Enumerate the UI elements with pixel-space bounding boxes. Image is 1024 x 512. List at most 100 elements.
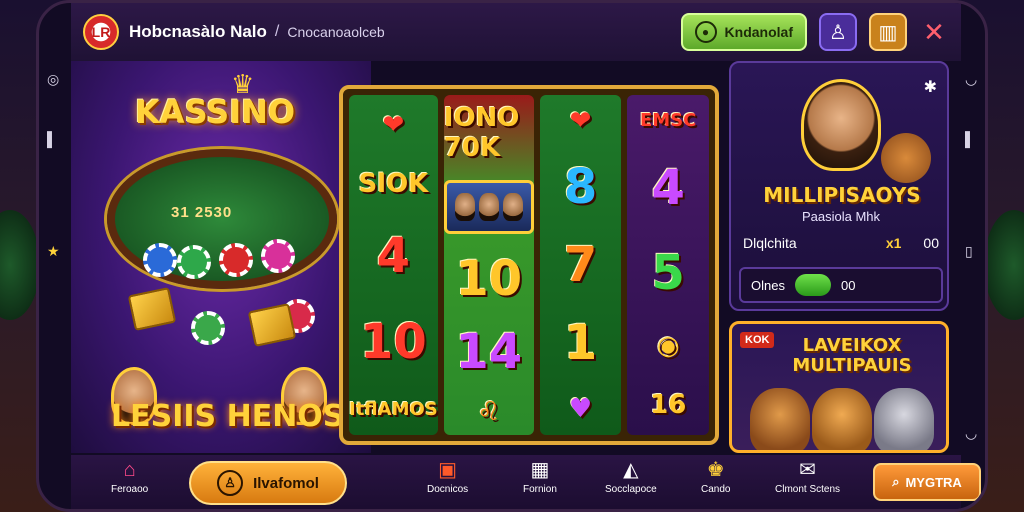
reel-3-symbol-lips: ❤ (569, 106, 592, 137)
reel-1-symbol-lips: ❤ (382, 109, 405, 140)
device-frame: ◎ ▌ ★ ◡ ▌ ▯ ◡ LR Hobcnasàlo Nalo / Cnoca… (36, 0, 988, 512)
chip-red (219, 243, 253, 277)
mini-face-3 (502, 193, 523, 222)
user-icon[interactable]: ♙ (819, 13, 857, 51)
bet-input-value: 00 (840, 277, 856, 293)
side-button-right-icon[interactable]: ▌ (965, 131, 975, 147)
bonus-title: LESIIS HENOSS (111, 399, 365, 434)
mini-face-2 (478, 193, 499, 222)
reel-2-symbol-10: 10 (455, 250, 523, 307)
chip-green (177, 245, 211, 279)
reel-3-symbol-8: 8 (563, 158, 598, 215)
reel-4-symbol-emsc: EMSC (640, 109, 697, 131)
nav-sociapoce[interactable]: ◭ Socclapoce (605, 459, 657, 495)
dice-cube-2 (247, 303, 297, 347)
nav-sociapoce-label: Socclapoce (605, 484, 657, 495)
home-icon: ⌂ (123, 459, 136, 481)
reel-1: ❤ SlOK 4 10 ItflAMOS (349, 95, 438, 435)
settings-icon[interactable]: ✱ (924, 77, 937, 97)
kassino-title: KASSINO (135, 93, 296, 131)
reel-4-symbol-4: 4 (651, 160, 685, 217)
lion-2 (812, 388, 872, 450)
side-refresh-icon[interactable]: ◡ (965, 71, 977, 88)
reel-1-symbol-10: 10 (359, 313, 427, 370)
reel-4-symbol-16: 16 (650, 390, 687, 421)
multiplier-label: Dlqlchita (743, 235, 797, 251)
nav-docks-label: Docnicos (427, 484, 469, 495)
nav-cando-label: Cando (701, 484, 731, 495)
heart-gem-icon: ♥ (568, 393, 593, 424)
chat-icon: ✉ (799, 459, 816, 481)
jackpot-subtitle: Paasiola Mhk (801, 209, 881, 224)
multiplier-row: Dlqlchita x1 00 (743, 235, 939, 251)
chip-green-2 (191, 311, 225, 345)
reel-2-faces-frame (443, 180, 534, 235)
white-lion (874, 388, 934, 450)
app-title: Hobcnasàlo Nalo (129, 22, 267, 41)
app-logo[interactable]: LR (83, 14, 119, 50)
promo-title: LAVEIKOX MULTIPAUIS (792, 335, 912, 376)
reel-1-symbol-text: ItflAMOS (349, 399, 438, 421)
multiplier-amount: 00 (923, 235, 939, 251)
header-actions: ● Kndanolaf ♙ ▥ ✕ (680, 13, 949, 51)
trophy-icon: ♚ (706, 459, 725, 481)
dice-cube (127, 287, 177, 331)
nav-chat-label: Clmont Sctens (775, 484, 841, 495)
calendar-icon: ▦ (530, 459, 550, 481)
side-button-right-2-icon[interactable]: ▯ (965, 243, 973, 260)
reel-2-symbol-title: IONO 70K (443, 103, 520, 164)
search-icon: ⌕ (892, 474, 900, 489)
account-button[interactable]: ● Kndanolaf (680, 13, 807, 51)
promo-card[interactable]: KOK LAVEIKOX MULTIPAUIS (729, 321, 949, 453)
top-header: LR Hobcnasàlo Nalo / Cnocanoaolceb ● Knd… (71, 3, 961, 61)
mini-face-1 (454, 193, 475, 222)
nav-home[interactable]: ⌂ Feroaoo (111, 459, 148, 495)
reel-3-symbol-1: 1 (563, 315, 598, 372)
chip-blue (143, 243, 177, 277)
reel-3-symbol-7: 7 (563, 236, 598, 293)
account-button-label: Kndanolaf (724, 24, 793, 40)
chip-pink (261, 239, 295, 273)
docs-icon: ▣ (438, 459, 458, 481)
breadcrumb-separator: / (274, 23, 280, 40)
nav-fornon-label: Fornion (523, 484, 557, 495)
nav-fornon[interactable]: ▦ Fornion (523, 459, 557, 495)
reel-1-symbol-4: 4 (376, 228, 411, 285)
bet-input-label: Olnes (751, 277, 785, 293)
reel-2: IONO 70K 10 14 ♌ (443, 95, 534, 435)
side-button-icon[interactable]: ▌ (47, 131, 57, 147)
nav-chat[interactable]: ✉ Clmont Sctens (775, 459, 840, 495)
nav-docks[interactable]: ▣ Docnicos (427, 459, 468, 495)
lion-icon: ♌ (477, 396, 501, 427)
reel-3: ❤ 8 7 1 ♥ (539, 95, 622, 435)
nav-secondary-label: MYGTRA (905, 474, 962, 490)
bet-input-field[interactable]: Olnes 00 (739, 267, 943, 303)
bet-toggle[interactable] (794, 274, 831, 296)
jackpot-card[interactable]: ✱ MILLIPISAOYS Paasiola Mhk Dlqlchita x1… (729, 61, 949, 311)
close-icon[interactable]: ✕ (919, 13, 949, 51)
nav-cando[interactable]: ♚ Cando (701, 459, 730, 495)
jackpot-title: MILLIPISAOYS (763, 183, 921, 207)
table-values: 31 2530 (171, 204, 233, 221)
profile-icon: ● (694, 21, 717, 43)
nav-home-label: Feroaoo (111, 484, 149, 495)
nav-primary-button[interactable]: ♙ Ilvafomol (189, 461, 347, 505)
phone-button-icon[interactable]: ◎ (47, 71, 59, 88)
user-circle-icon: ♙ (217, 470, 244, 496)
host-avatar (801, 79, 881, 171)
reel-4-symbol-5: 5 (651, 245, 685, 302)
bottom-navigation: ⌂ Feroaoo ♙ Ilvafomol ▣ Docnicos ▦ Forni… (71, 455, 981, 509)
coins-icon: ◉ (656, 330, 680, 361)
nav-secondary-button[interactable]: ⌕ MYGTRA (873, 463, 981, 501)
chart-icon: ◭ (623, 459, 639, 481)
multiplier-value: x1 (885, 235, 902, 251)
side-home-icon[interactable]: ◡ (965, 425, 977, 442)
reel-1-symbol-slok: SlOK (358, 169, 429, 200)
breadcrumb-current[interactable]: Cnocanoaolceb (287, 24, 384, 40)
box-icon[interactable]: ▥ (869, 13, 907, 51)
casino-table-panel[interactable]: ♛ KASSINO 31 2530 LESIIS HENOSS (71, 61, 371, 453)
slot-reels[interactable]: ❤ SlOK 4 10 ItflAMOS IONO 70K 10 14 ♌ ❤ … (339, 85, 719, 445)
lion-1 (750, 388, 810, 450)
star-icon: ★ (47, 243, 60, 259)
nav-primary-label: Ilvafomol (253, 474, 319, 492)
